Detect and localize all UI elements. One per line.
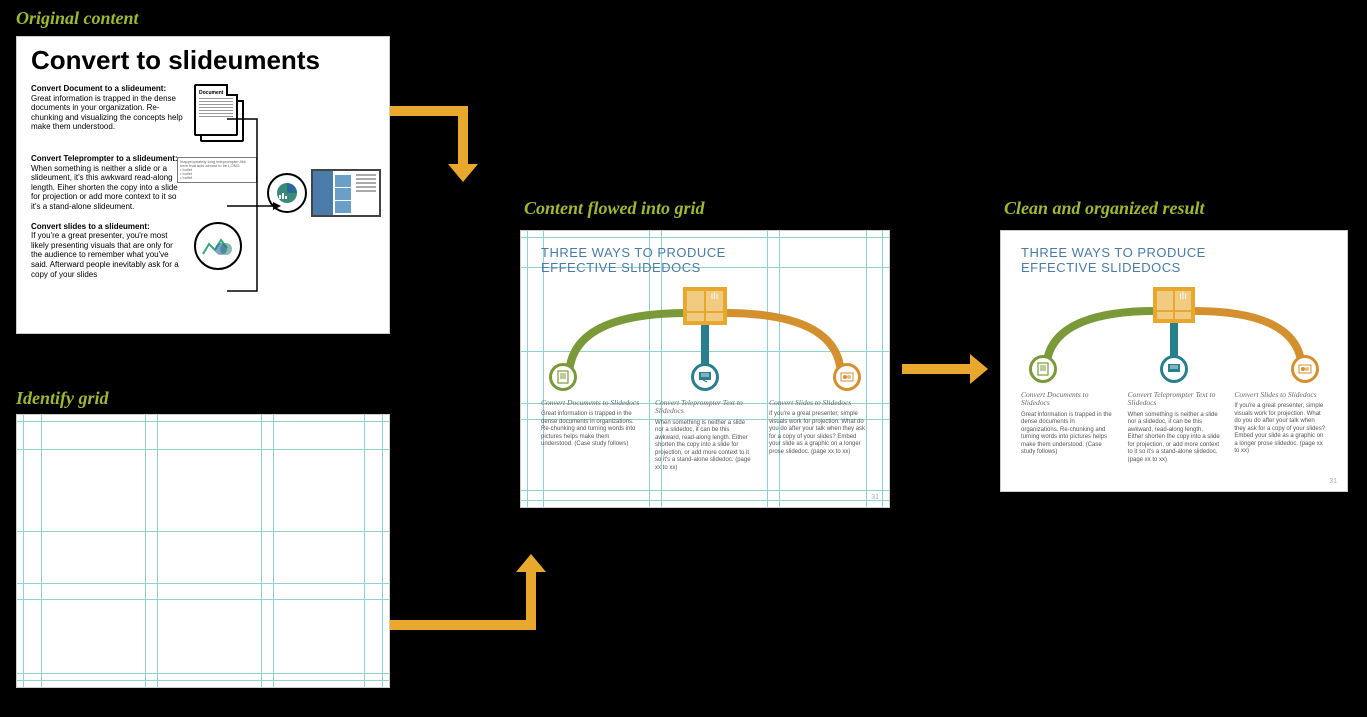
label-flowed: Content flowed into grid [524,198,705,219]
clean-columns: Convert Documents to Slidedocs Great inf… [1021,391,1327,464]
section-heading: Convert Document to a slideument: [31,84,186,94]
teleprompter-circle-icon [691,363,719,391]
center-dashboard-icon: ılı [683,287,727,325]
clean-col-1: Convert Documents to Slidedocs Great inf… [1021,391,1114,464]
flowed-columns: Convert Documents to Slidedocs Great inf… [541,399,869,472]
doc-circle-icon [549,363,577,391]
clean-pagenum: 31 [1329,478,1337,485]
slides-circle-icon [1291,355,1319,383]
clean-col-3: Convert Slides to Slidedocs If you're a … [1234,391,1327,464]
label-original: Original content [16,8,139,29]
teleprompter-circle-icon [1160,355,1188,383]
doc-circle-icon [1029,355,1057,383]
flowed-col-1: Convert Documents to Slidedocs Great inf… [541,399,641,472]
section-body: Great information is trapped in the dens… [31,94,183,132]
clean-col-2: Convert Teleprompter Text to Slidedocs W… [1128,391,1221,464]
original-section-1: Convert Document to a slideument: Great … [31,84,375,144]
label-clean: Clean and organized result [1004,198,1205,219]
original-title: Convert to slideuments [31,45,375,76]
original-section-3: Convert slides to a slideument: If you'r… [31,222,375,280]
clean-title: THREE WAYS TO PRODUCEEFFECTIVE SLIDEDOCS [1021,245,1327,275]
clean-graphic: ılı [1021,281,1327,383]
flowed-graphic: ılı [541,281,869,391]
section-heading: Convert Teleprompter to a slideument: [31,154,186,164]
panel-original-content: Convert to slideuments Convert Document … [16,36,390,334]
section-heading: Convert slides to a slideument: [31,222,186,232]
grid-lines [17,415,389,687]
connector-lines [217,111,307,311]
section-body: When something is neither a slide or a s… [31,164,178,211]
slides-circle-icon [833,363,861,391]
screen-icon [311,169,381,217]
center-dashboard-icon: ılı [1153,287,1195,323]
panel-identify-grid [16,414,390,688]
flowed-col-3: Convert Slides to Slidedocs If you're a … [769,399,869,472]
label-grid: Identify grid [16,388,109,409]
panel-clean-result: THREE WAYS TO PRODUCEEFFECTIVE SLIDEDOCS… [1000,230,1348,492]
flowed-pagenum: 31 [871,494,879,501]
panel-content-flowed: THREE WAYS TO PRODUCEEFFECTIVE SLIDEDOCS… [520,230,890,508]
flowed-col-2: Convert Teleprompter Text to Slidedocs W… [655,399,755,472]
section-body: If you're a great presenter, you're most… [31,231,179,278]
flowed-title: THREE WAYS TO PRODUCEEFFECTIVE SLIDEDOCS [541,245,869,275]
